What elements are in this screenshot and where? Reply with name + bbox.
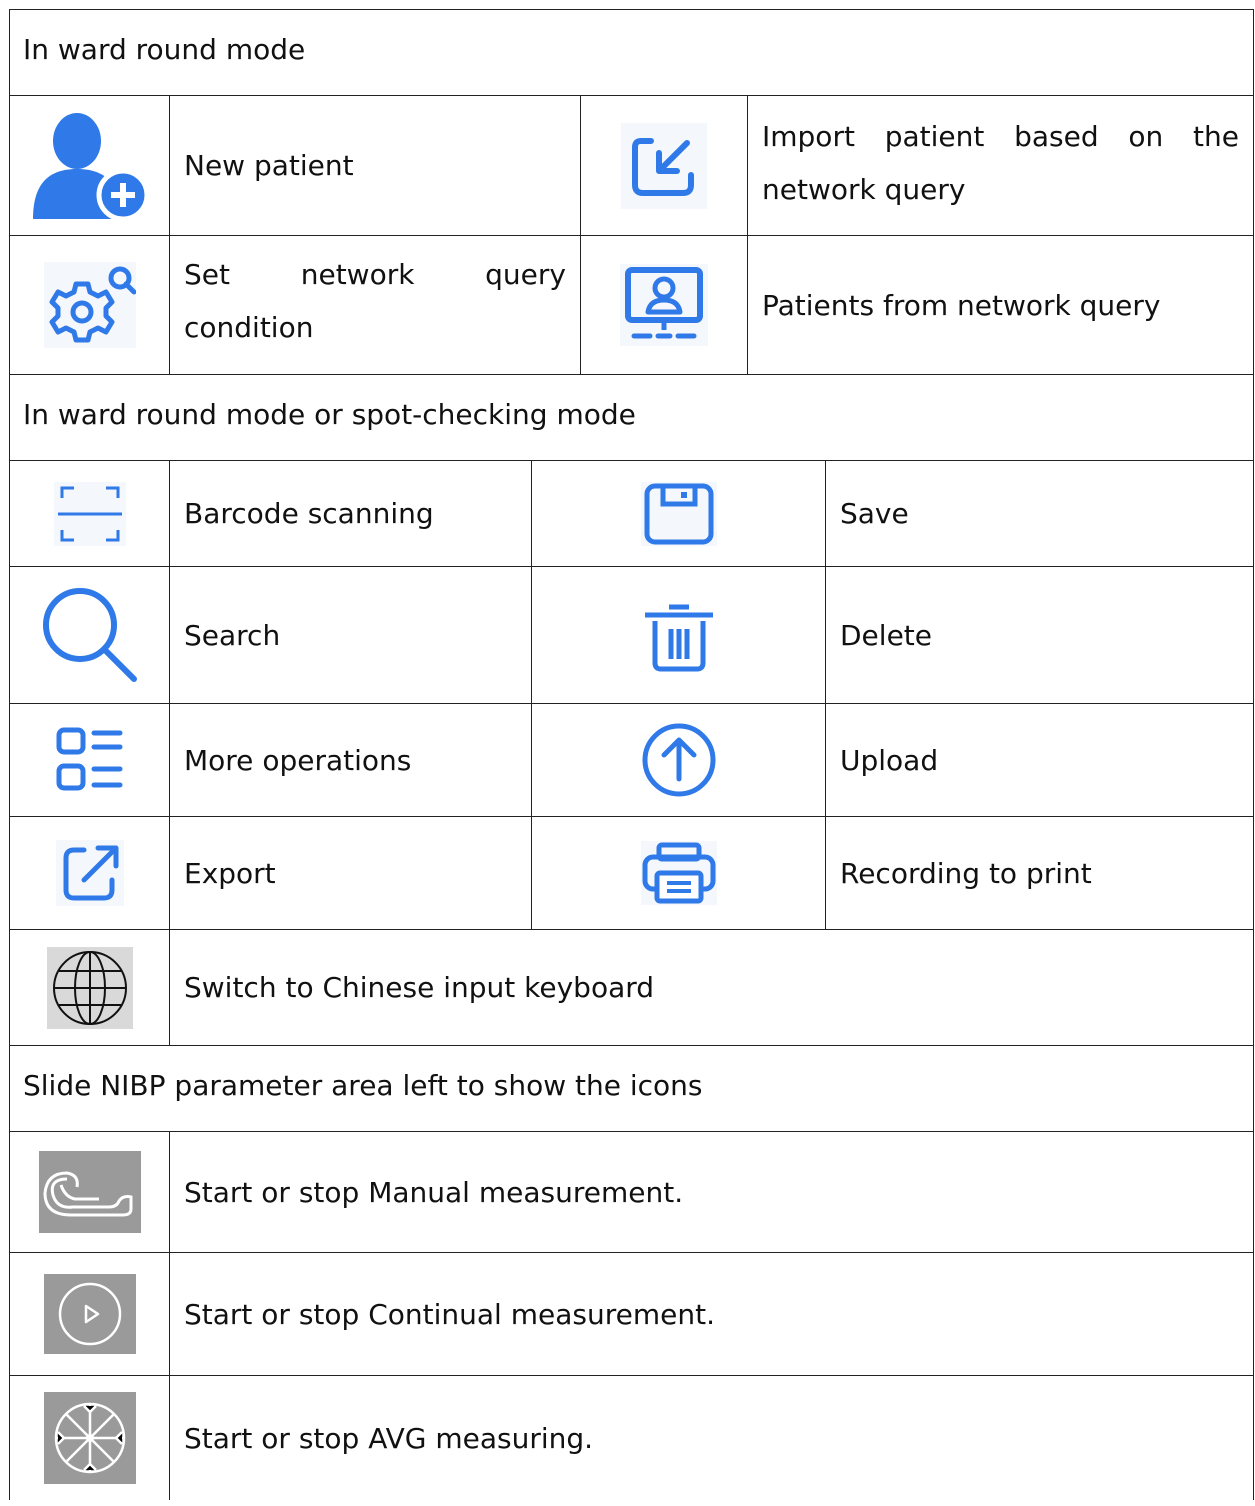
table-row: Start or stop Continual measurement. [9, 1253, 1254, 1376]
cell-more: More operations [169, 704, 531, 816]
trash-icon [531, 567, 825, 703]
label-more: More operations [184, 743, 412, 777]
icon-table: In ward round mode New patient Import pa… [9, 9, 1254, 1500]
label-search: Search [184, 618, 281, 652]
section-header-nibp: Slide NIBP parameter area left to show t… [9, 1046, 1254, 1132]
label-import-patient: Import patient based on the network quer… [762, 120, 1239, 206]
cuff-icon [10, 1132, 169, 1252]
grid-list-icon [10, 704, 169, 816]
cell-continual: Start or stop Continual measurement. [169, 1253, 1253, 1375]
section-header-ward-or-spot: In ward round mode or spot-checking mode [9, 375, 1254, 461]
label-patients-query: Patients from network query [762, 288, 1161, 322]
cell-save: Save [825, 461, 1253, 566]
save-icon [531, 461, 825, 566]
wheel-icon [10, 1376, 169, 1500]
table-row: New patient Import patient based on the … [9, 96, 1254, 236]
label-print: Recording to print [840, 856, 1092, 890]
globe-icon [10, 930, 169, 1045]
label-delete: Delete [840, 618, 932, 652]
import-icon [580, 96, 747, 235]
cell-new-patient: New patient [169, 96, 580, 235]
section-header-ward-round: In ward round mode [9, 9, 1254, 96]
label-avg: Start or stop AVG measuring. [184, 1421, 594, 1455]
table-row: Search Delete [9, 567, 1254, 704]
search-icon [10, 567, 169, 703]
play-circle-icon [10, 1253, 169, 1375]
table-row: Export Recording to print [9, 817, 1254, 930]
label-save: Save [840, 497, 909, 530]
table-row: Set network query condition Patients fro… [9, 236, 1254, 375]
cell-barcode: Barcode scanning [169, 461, 531, 566]
cell-print: Recording to print [825, 817, 1253, 929]
table-row: Start or stop Manual measurement. [9, 1132, 1254, 1253]
section-title: Slide NIBP parameter area left to show t… [23, 1069, 703, 1102]
label-upload: Upload [840, 743, 939, 777]
cell-upload: Upload [825, 704, 1253, 816]
export-icon [10, 817, 169, 929]
label-set-query: Set network query condition [184, 258, 566, 344]
table-row: More operations Upload [9, 704, 1254, 817]
cell-search: Search [169, 567, 531, 703]
table-row: Barcode scanning Save [9, 461, 1254, 567]
label-export: Export [184, 856, 276, 890]
table-row: Switch to Chinese input keyboard [9, 930, 1254, 1046]
section-title: In ward round mode [23, 33, 306, 66]
barcode-scan-icon [10, 461, 169, 566]
printer-icon [531, 817, 825, 929]
monitor-user-icon [580, 236, 747, 374]
cell-patients-query: Patients from network query [747, 236, 1253, 374]
label-new-patient: New patient [184, 149, 354, 182]
section-title: In ward round mode or spot-checking mode [23, 398, 636, 431]
label-continual: Start or stop Continual measurement. [184, 1297, 715, 1331]
cell-delete: Delete [825, 567, 1253, 703]
label-barcode: Barcode scanning [184, 497, 434, 530]
cell-import-patient: Import patient based on the network quer… [747, 96, 1253, 235]
gear-search-icon [10, 236, 169, 374]
cell-keyboard: Switch to Chinese input keyboard [169, 930, 1253, 1045]
cell-manual: Start or stop Manual measurement. [169, 1132, 1253, 1252]
label-manual: Start or stop Manual measurement. [184, 1175, 684, 1209]
cell-export: Export [169, 817, 531, 929]
label-keyboard: Switch to Chinese input keyboard [184, 971, 655, 1004]
new-patient-icon [10, 96, 169, 235]
table-row: Start or stop AVG measuring. [9, 1376, 1254, 1500]
cell-set-query: Set network query condition [169, 236, 580, 374]
cell-avg: Start or stop AVG measuring. [169, 1376, 1253, 1500]
upload-icon [531, 704, 825, 816]
